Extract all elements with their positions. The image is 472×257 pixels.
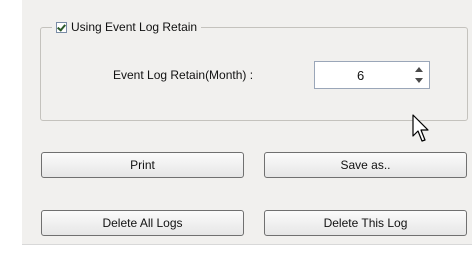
save-as-button[interactable]: Save as.. [264, 152, 467, 178]
stepper-buttons [412, 65, 426, 85]
spin-down-icon[interactable] [412, 76, 426, 85]
retain-month-value[interactable]: 6 [357, 68, 364, 83]
checkbox-checked-icon[interactable] [56, 21, 67, 33]
delete-all-logs-button[interactable]: Delete All Logs [41, 210, 244, 236]
spin-up-icon[interactable] [412, 65, 426, 74]
mouse-cursor-icon [412, 114, 429, 142]
retain-month-stepper[interactable]: 6 [314, 61, 430, 89]
event-log-retain-month-label: Event Log Retain(Month) : [113, 68, 254, 82]
using-event-log-retain-label: Using Event Log Retain [71, 20, 198, 34]
using-event-log-retain-checkbox[interactable]: Using Event Log Retain [52, 19, 202, 35]
print-button[interactable]: Print [41, 152, 244, 178]
delete-this-log-button[interactable]: Delete This Log [264, 210, 467, 236]
